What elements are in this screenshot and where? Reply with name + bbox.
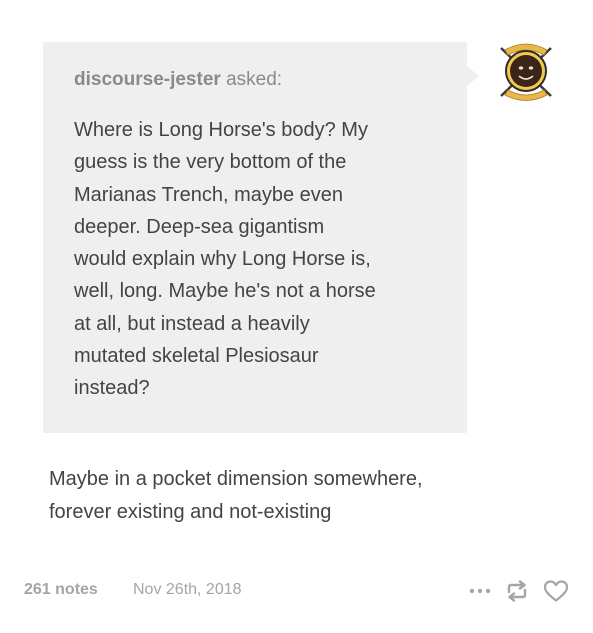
like-button[interactable]: [543, 579, 569, 603]
more-button[interactable]: [469, 587, 491, 595]
asked-label: asked:: [226, 69, 283, 90]
post-footer: 261 notes Nov 26th, 2018: [24, 576, 569, 606]
heart-icon: [543, 580, 569, 602]
tumblr-ask-post: discourse-jester asked: Where is Long Ho…: [0, 0, 593, 633]
post-actions: [469, 576, 569, 606]
asker-line: discourse-jester asked:: [74, 69, 282, 91]
asker-name-link[interactable]: discourse-jester: [74, 69, 221, 90]
reblog-button[interactable]: [505, 580, 529, 602]
avatar-image: [500, 43, 552, 101]
reblog-icon: [507, 580, 527, 602]
answer-text: Maybe in a pocket dimension somewhere, f…: [49, 468, 423, 523]
post-date-link[interactable]: Nov 26th, 2018: [133, 581, 242, 599]
question-text: Where is Long Horse's body? My guess is …: [74, 119, 376, 400]
notes-count-link[interactable]: 261 notes: [24, 581, 98, 599]
ask-bubble: discourse-jester asked: Where is Long Ho…: [43, 42, 479, 433]
more-icon: [469, 588, 491, 594]
asker-avatar[interactable]: [495, 40, 557, 102]
